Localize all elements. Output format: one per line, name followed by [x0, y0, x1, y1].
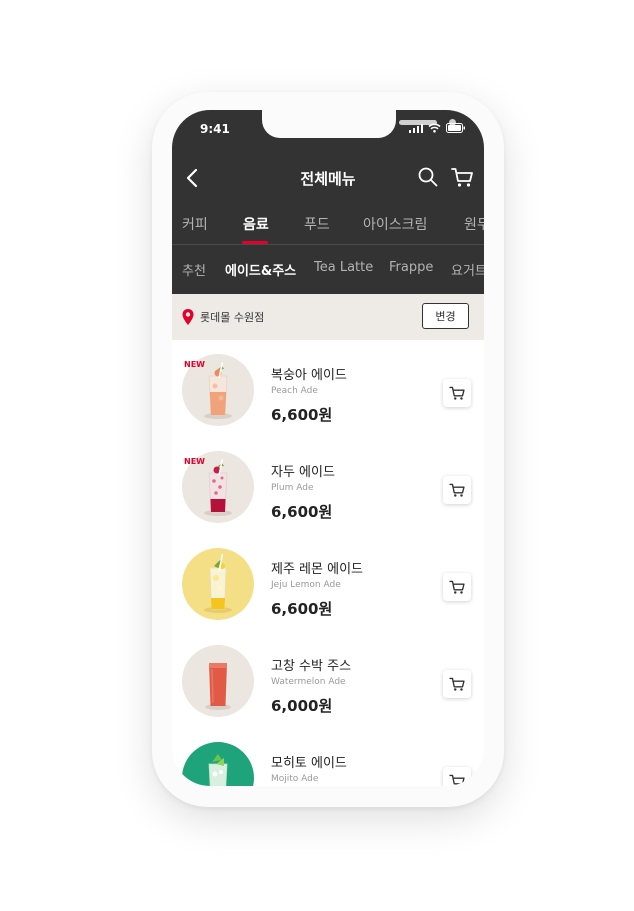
add-to-cart-button[interactable]: [443, 379, 471, 407]
cart-icon: [449, 774, 465, 786]
product-name: 고창 수박 주스: [271, 659, 352, 674]
cart-icon: [449, 677, 465, 691]
product-image: [182, 645, 254, 717]
search-icon[interactable]: [416, 165, 440, 189]
add-to-cart-button[interactable]: [443, 573, 471, 601]
product-english-name: Plum Ade: [271, 483, 314, 493]
product-price: 6,600원: [271, 600, 333, 618]
tab-coffee[interactable]: 커피: [182, 214, 208, 234]
subtab-frappe[interactable]: Frappe: [389, 260, 433, 275]
add-to-cart-button[interactable]: [443, 767, 471, 786]
add-to-cart-button[interactable]: [443, 670, 471, 698]
product-english-name: Watermelon Ade: [271, 677, 346, 687]
battery-icon: [446, 123, 465, 133]
product-image: [182, 548, 254, 620]
cart-icon: [449, 580, 465, 594]
top-dark-area: 9:41 전체메뉴 커피 음료 푸드 아이스크림 원두 추천 에이드&주스 Te…: [172, 110, 484, 294]
tab-beans[interactable]: 원두: [464, 214, 484, 234]
app-screen: 9:41 전체메뉴 커피 음료 푸드 아이스크림 원두 추천 에이드&주스 Te…: [172, 110, 484, 786]
product-price: 6,600원: [271, 503, 333, 521]
new-badge: NEW: [184, 360, 205, 369]
cart-icon: [449, 483, 465, 497]
list-item[interactable]: 모히토 에이드 Mojito Ade: [172, 728, 484, 786]
product-name: 제주 레몬 에이드: [271, 562, 363, 577]
product-name: 모히토 에이드: [271, 756, 347, 771]
tab-beverage[interactable]: 음료: [243, 214, 269, 234]
tab-divider: [172, 244, 484, 245]
add-to-cart-button[interactable]: [443, 476, 471, 504]
cart-icon: [449, 386, 465, 400]
product-price: 6,600원: [271, 406, 333, 424]
app-header: 전체메뉴: [172, 160, 484, 196]
list-item[interactable]: NEW 복숭아 에이드 Peach Ade 6,600원: [172, 340, 484, 437]
wifi-icon: [428, 123, 441, 133]
category-tabs: 커피 음료 푸드 아이스크림 원두: [172, 214, 484, 244]
store-name: 롯데몰 수원점: [200, 311, 265, 324]
product-english-name: Peach Ade: [271, 386, 318, 396]
tab-food[interactable]: 푸드: [304, 214, 330, 234]
status-icons: [409, 123, 466, 133]
change-store-button[interactable]: 변경: [422, 303, 469, 329]
subtab-recommended[interactable]: 추천: [182, 260, 206, 279]
product-english-name: Mojito Ade: [271, 774, 319, 784]
product-english-name: Jeju Lemon Ade: [271, 580, 341, 590]
product-name: 자두 에이드: [271, 465, 335, 480]
list-item[interactable]: NEW 자두 에이드 Plum Ade 6,600원: [172, 437, 484, 534]
subtab-tea-latte[interactable]: Tea Latte: [314, 260, 373, 275]
subcategory-tabs: 추천 에이드&주스 Tea Latte Frappe 요거트: [172, 260, 484, 282]
product-price: 6,000원: [271, 697, 333, 715]
subtab-yogurt[interactable]: 요거트: [451, 260, 484, 279]
list-item[interactable]: 제주 레몬 에이드 Jeju Lemon Ade 6,600원: [172, 534, 484, 631]
status-time: 9:41: [200, 122, 230, 136]
location-pin-icon: [182, 309, 194, 325]
phone-notch: [262, 110, 456, 138]
product-image: [182, 742, 254, 786]
cart-icon[interactable]: [449, 164, 475, 190]
list-item[interactable]: 고창 수박 주스 Watermelon Ade 6,000원: [172, 631, 484, 728]
tab-icecream[interactable]: 아이스크림: [363, 214, 427, 234]
subtab-ade-juice[interactable]: 에이드&주스: [225, 260, 296, 279]
signal-icon: [409, 124, 423, 133]
new-badge: NEW: [184, 457, 205, 466]
store-bar: 롯데몰 수원점 변경: [172, 294, 484, 340]
product-name: 복숭아 에이드: [271, 368, 347, 383]
